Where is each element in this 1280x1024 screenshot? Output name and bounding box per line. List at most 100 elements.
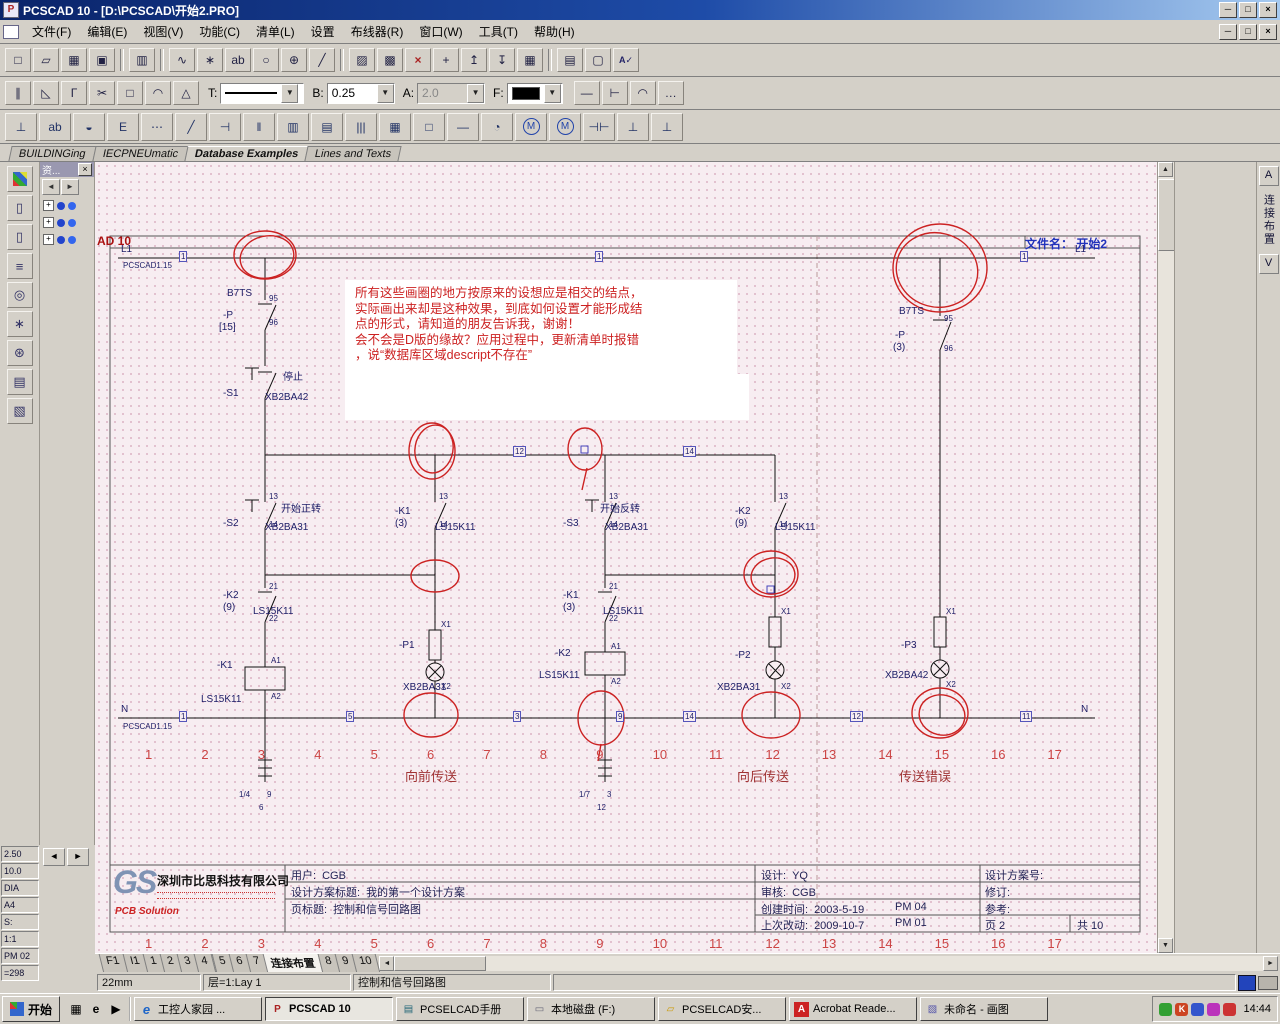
list-view-icon[interactable]: ▤ [557, 48, 583, 72]
delete-icon[interactable]: × [405, 48, 431, 72]
minimize-button[interactable]: ─ [1219, 2, 1237, 18]
menu-item-窗口(W)[interactable]: 窗口(W) [412, 21, 469, 42]
lower-icon[interactable]: ↧ [489, 48, 515, 72]
taskbar-button[interactable]: ▤PCSELCAD手册 [396, 997, 524, 1021]
add-icon[interactable]: + [433, 48, 459, 72]
connector-icon[interactable]: ▤ [311, 113, 343, 141]
taskbar-button[interactable]: ▱PCSELCAD安... [658, 997, 786, 1021]
save-icon[interactable]: ▦ [61, 48, 87, 72]
resource-tree-row[interactable]: + [40, 214, 94, 231]
show-desktop-icon[interactable]: ▦ [67, 1000, 85, 1018]
dock-panel-tab[interactable]: 连接布置 [1261, 190, 1277, 250]
page-edit-icon[interactable]: ▢ [585, 48, 611, 72]
save-status-icon[interactable] [1238, 975, 1256, 991]
dock-top-button[interactable]: A [1259, 166, 1279, 186]
scroll-up-icon[interactable]: ▲ [1158, 162, 1173, 177]
grid-icon[interactable]: ▦ [517, 48, 543, 72]
expand-icon[interactable]: + [43, 200, 54, 211]
pager-right-icon[interactable]: ► [67, 848, 89, 866]
child-restore-button[interactable]: □ [1239, 24, 1257, 40]
menu-item-视图(V)[interactable]: 视图(V) [136, 21, 190, 42]
media-player-icon[interactable]: ▶ [107, 1000, 125, 1018]
component-icon[interactable]: ∗ [7, 311, 33, 337]
child-close-button[interactable]: × [1259, 24, 1277, 40]
motor-star-icon[interactable]: M [549, 113, 581, 141]
horizontal-scrollbar[interactable]: ◄ ► [379, 956, 1278, 971]
contact-nc-icon[interactable]: ⊣ [209, 113, 241, 141]
paste-icon[interactable]: ▨ [349, 48, 375, 72]
text-abc-icon[interactable]: ab [225, 48, 251, 72]
close-button[interactable]: × [1259, 2, 1277, 18]
red-tray-icon[interactable] [1223, 1003, 1236, 1016]
more-icon[interactable]: … [658, 81, 684, 105]
trim-icon[interactable]: ✂ [89, 81, 115, 105]
child-minimize-button[interactable]: ─ [1219, 24, 1237, 40]
start-button[interactable]: 开始 [2, 996, 60, 1022]
pink-tray-icon[interactable] [1207, 1003, 1220, 1016]
rectangle-icon[interactable]: □ [117, 81, 143, 105]
nav-right-icon[interactable]: ► [61, 179, 79, 195]
pager-left-icon[interactable]: ◄ [43, 848, 65, 866]
stub-up-icon[interactable]: ⊥ [5, 113, 37, 141]
k-tray-icon[interactable]: K [1175, 1003, 1188, 1016]
ie-launch-icon[interactable]: e [87, 1000, 105, 1018]
parallel-lines-icon[interactable]: ∥ [5, 81, 31, 105]
new-icon[interactable]: □ [5, 48, 31, 72]
blue-tray-icon[interactable] [1191, 1003, 1204, 1016]
menu-item-编辑(E)[interactable]: 编辑(E) [80, 21, 134, 42]
polyline-icon[interactable]: ◺ [33, 81, 59, 105]
move-icon[interactable]: ⊕ [281, 48, 307, 72]
label-abc-icon[interactable]: ab [39, 113, 71, 141]
document-icon[interactable]: ▤ [7, 369, 33, 395]
taskbar-clock[interactable]: 14:44 [1243, 1003, 1271, 1015]
scroll-down-icon[interactable]: ▼ [1158, 938, 1173, 953]
sheet-tab-连接布置[interactable]: 连接布置 [263, 954, 324, 973]
open-icon[interactable]: ▱ [33, 48, 59, 72]
e-contact-icon[interactable]: E [107, 113, 139, 141]
library-tab-BUILDINGing[interactable]: BUILDINGing [8, 146, 96, 161]
ground-icon[interactable]: ⊥ [651, 113, 683, 141]
contacts-icon[interactable]: ▯ [7, 195, 33, 221]
curve-icon[interactable]: ◠ [630, 81, 656, 105]
hline-icon[interactable]: — [447, 113, 479, 141]
expand-icon[interactable]: + [43, 217, 54, 228]
fill-color-combo[interactable]: ▼ [507, 83, 563, 104]
circle-icon[interactable]: ○ [253, 48, 279, 72]
menu-item-工具(T)[interactable]: 工具(T) [472, 21, 525, 42]
box-icon[interactable]: □ [413, 113, 445, 141]
image-icon[interactable]: ▧ [7, 398, 33, 424]
taskbar-button[interactable]: ▧未命名 - 画图 [920, 997, 1048, 1021]
wire-icon[interactable]: ∿ [169, 48, 195, 72]
angle-combo[interactable]: 2.0 ▼ [417, 83, 485, 104]
resource-tree-row[interactable]: + [40, 231, 94, 248]
taskbar-button[interactable]: ▭本地磁盘 (F:) [527, 997, 655, 1021]
scroll-left-icon[interactable]: ◄ [379, 956, 394, 971]
contact-pair-icon[interactable]: ‖ [243, 113, 275, 141]
chevron-down-icon[interactable]: ▼ [544, 84, 561, 103]
symbol-palette-icon[interactable] [7, 166, 33, 192]
sheet-tab-10[interactable]: 10 [352, 954, 381, 973]
line-style-combo[interactable]: ▼ [220, 83, 304, 104]
duplicate-icon[interactable]: ▩ [377, 48, 403, 72]
horizontal-scroll-thumb[interactable] [394, 956, 486, 971]
contacts-alt-icon[interactable]: ▯ [7, 224, 33, 250]
triangle-icon[interactable]: △ [173, 81, 199, 105]
chevron-down-icon[interactable]: ▼ [377, 84, 394, 103]
menu-item-帮助(H)[interactable]: 帮助(H) [527, 21, 582, 42]
library-tab-Database Examples[interactable]: Database Examples [184, 146, 309, 161]
scroll-right-icon[interactable]: ► [1263, 956, 1278, 971]
chevron-down-icon[interactable]: ▼ [281, 84, 298, 103]
menu-item-设置[interactable]: 设置 [304, 21, 342, 42]
library-tab-Lines and Texts[interactable]: Lines and Texts [305, 146, 402, 161]
terminal-block-icon[interactable]: ▥ [277, 113, 309, 141]
library-tab-IECPNEUmatic[interactable]: IECPNEUmatic [92, 146, 188, 161]
nav-left-icon[interactable]: ◄ [42, 179, 60, 195]
taskbar-button[interactable]: PPCSCAD 10 [265, 997, 393, 1021]
list-icon[interactable]: ≡ [7, 253, 33, 279]
bell-icon[interactable]: ◒ [73, 113, 105, 141]
close-icon[interactable]: × [78, 163, 92, 176]
raise-icon[interactable]: ↥ [461, 48, 487, 72]
vertical-scrollbar[interactable]: ▲ ▼ [1157, 162, 1174, 953]
menu-item-文件(F)[interactable]: 文件(F) [25, 21, 78, 42]
t-contact-icon[interactable]: ⊣⊢ [583, 113, 615, 141]
